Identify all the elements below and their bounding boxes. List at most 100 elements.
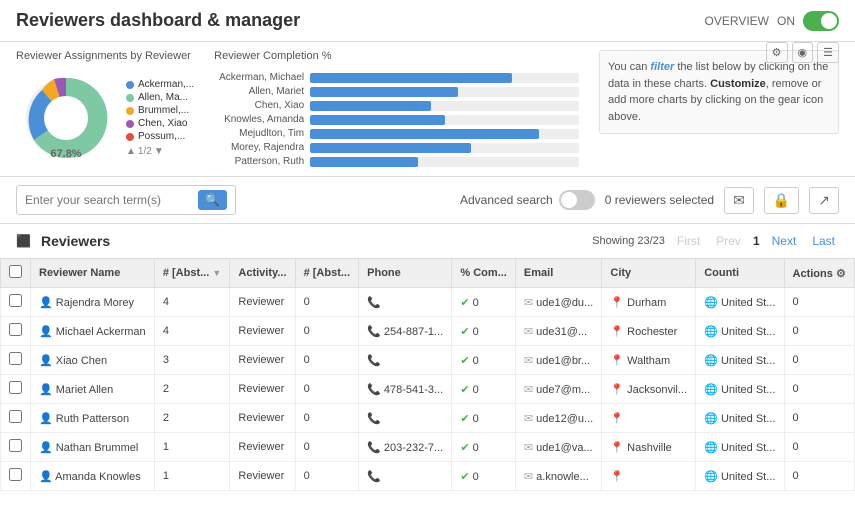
- page-header: Reviewers dashboard & manager OVERVIEW O…: [0, 0, 855, 42]
- cell-abst1: 1: [154, 433, 230, 462]
- legend-label-3: Brummel,...: [138, 105, 189, 116]
- table-row: 👤 Michael Ackerman 4 Reviewer 0 📞 254-88…: [1, 317, 855, 346]
- bar-row[interactable]: Knowles, Amanda: [214, 114, 579, 125]
- next-button[interactable]: Next: [768, 232, 801, 250]
- cell-email: ✉ a.knowle...: [515, 462, 601, 491]
- col-actions[interactable]: Actions ⚙: [784, 259, 854, 288]
- cell-country: 🌐 United St...: [696, 317, 784, 346]
- bar-row[interactable]: Allen, Mariet: [214, 86, 579, 97]
- cell-pct: ✔ 0: [452, 375, 516, 404]
- cell-abst2: 0: [295, 462, 359, 491]
- list-chart-button[interactable]: ☰: [817, 42, 839, 63]
- col-phone[interactable]: Phone: [359, 259, 452, 288]
- share-button[interactable]: ↗: [809, 187, 839, 214]
- bar-row[interactable]: Chen, Xiao: [214, 100, 579, 111]
- bar-bg: [310, 87, 579, 97]
- charts-area: ⚙ ◉ ☰ Reviewer Assignments by Reviewer: [0, 42, 855, 177]
- select-all-header[interactable]: [1, 259, 31, 288]
- select-all-checkbox[interactable]: [9, 265, 22, 278]
- bar-bg: [310, 129, 579, 139]
- cell-country: 🌐 United St...: [696, 346, 784, 375]
- search-button[interactable]: 🔍: [198, 190, 227, 210]
- pie-chart-section: Reviewer Assignments by Reviewer: [16, 50, 194, 168]
- col-abst2[interactable]: # [Abst...: [295, 259, 359, 288]
- bar-row[interactable]: Morey, Rajendra: [214, 142, 579, 153]
- row-checkbox[interactable]: [9, 381, 22, 394]
- selected-count: 0 reviewers selected: [605, 193, 714, 207]
- legend-item-1: Ackerman,...: [126, 79, 194, 90]
- row-checkbox-cell[interactable]: [1, 375, 31, 404]
- cell-email: ✉ ude1@du...: [515, 288, 601, 317]
- row-checkbox-cell[interactable]: [1, 462, 31, 491]
- cell-abst1: 4: [154, 288, 230, 317]
- up-icon[interactable]: ▲: [126, 146, 136, 157]
- cell-activity: Reviewer: [230, 375, 295, 404]
- cell-activity: Reviewer: [230, 462, 295, 491]
- customize-keyword: Customize: [710, 78, 766, 90]
- row-checkbox[interactable]: [9, 410, 22, 423]
- table-body: 👤 Rajendra Morey 4 Reviewer 0 📞 ✔ 0 ✉ ud…: [1, 288, 855, 491]
- showing-label: Showing 23/23: [592, 235, 665, 247]
- col-pct[interactable]: % Com...: [452, 259, 516, 288]
- gear-button[interactable]: ⚙: [766, 42, 788, 63]
- col-city[interactable]: City: [602, 259, 696, 288]
- pie-center-label: 67.8%: [50, 148, 81, 160]
- row-checkbox-cell[interactable]: [1, 404, 31, 433]
- advanced-search-toggle[interactable]: [559, 190, 595, 210]
- bar-fill: [310, 115, 444, 125]
- row-checkbox-cell[interactable]: [1, 433, 31, 462]
- last-button[interactable]: Last: [808, 232, 839, 250]
- prev-button[interactable]: Prev: [712, 232, 745, 250]
- row-checkbox[interactable]: [9, 468, 22, 481]
- pie-chart-button[interactable]: ◉: [792, 42, 814, 63]
- legend-label-2: Allen, Ma...: [138, 92, 188, 103]
- cell-abst1: 2: [154, 404, 230, 433]
- pie-chart[interactable]: 67.8%: [16, 68, 116, 168]
- cell-pct: ✔ 0: [452, 288, 516, 317]
- cell-city: 📍 Durham: [602, 288, 696, 317]
- col-abst1[interactable]: # [Abst... ▼: [154, 259, 230, 288]
- cell-pct: ✔ 0: [452, 317, 516, 346]
- col-reviewer-name[interactable]: Reviewer Name: [31, 259, 155, 288]
- row-checkbox[interactable]: [9, 352, 22, 365]
- legend-item-3: Brummel,...: [126, 105, 194, 116]
- row-checkbox[interactable]: [9, 294, 22, 307]
- row-checkbox-cell[interactable]: [1, 288, 31, 317]
- col-country[interactable]: Counti: [696, 259, 784, 288]
- row-checkbox[interactable]: [9, 323, 22, 336]
- search-input[interactable]: [25, 193, 198, 207]
- cell-name: 👤 Rajendra Morey: [31, 288, 155, 317]
- down-icon[interactable]: ▼: [154, 146, 164, 157]
- legend-dot-1: [126, 81, 134, 89]
- cell-phone: 📞: [359, 346, 452, 375]
- row-checkbox[interactable]: [9, 439, 22, 452]
- cell-activity: Reviewer: [230, 433, 295, 462]
- bar-row[interactable]: Ackerman, Michael: [214, 72, 579, 83]
- cell-abst1: 3: [154, 346, 230, 375]
- search-box: 🔍: [16, 185, 236, 215]
- overview-toggle[interactable]: [803, 11, 839, 31]
- email-button[interactable]: ✉: [724, 187, 754, 214]
- col-email[interactable]: Email: [515, 259, 601, 288]
- toggle-knob: [821, 13, 837, 29]
- table-header-row: Reviewer Name # [Abst... ▼ Activity... #…: [1, 259, 855, 288]
- cell-email: ✉ ude1@va...: [515, 433, 601, 462]
- col-activity[interactable]: Activity...: [230, 259, 295, 288]
- bar-name: Allen, Mariet: [214, 86, 304, 97]
- bar-row[interactable]: Mejudlton, Tim: [214, 128, 579, 139]
- cell-city: 📍 Waltham: [602, 346, 696, 375]
- table-title-area: ⬛ Reviewers: [16, 233, 110, 249]
- bar-row[interactable]: Patterson, Ruth: [214, 156, 579, 167]
- row-checkbox-cell[interactable]: [1, 346, 31, 375]
- first-button[interactable]: First: [673, 232, 704, 250]
- bar-fill: [310, 129, 539, 139]
- cell-email: ✉ ude1@br...: [515, 346, 601, 375]
- bar-fill: [310, 101, 431, 111]
- row-checkbox-cell[interactable]: [1, 317, 31, 346]
- bar-name: Ackerman, Michael: [214, 72, 304, 83]
- cell-actions: 0: [784, 462, 854, 491]
- reviewers-table: Reviewer Name # [Abst... ▼ Activity... #…: [0, 258, 855, 491]
- table-row: 👤 Xiao Chen 3 Reviewer 0 📞 ✔ 0 ✉ ude1@br…: [1, 346, 855, 375]
- lock-button[interactable]: 🔒: [764, 187, 799, 214]
- toolbar: 🔍 Advanced search 0 reviewers selected ✉…: [0, 177, 855, 224]
